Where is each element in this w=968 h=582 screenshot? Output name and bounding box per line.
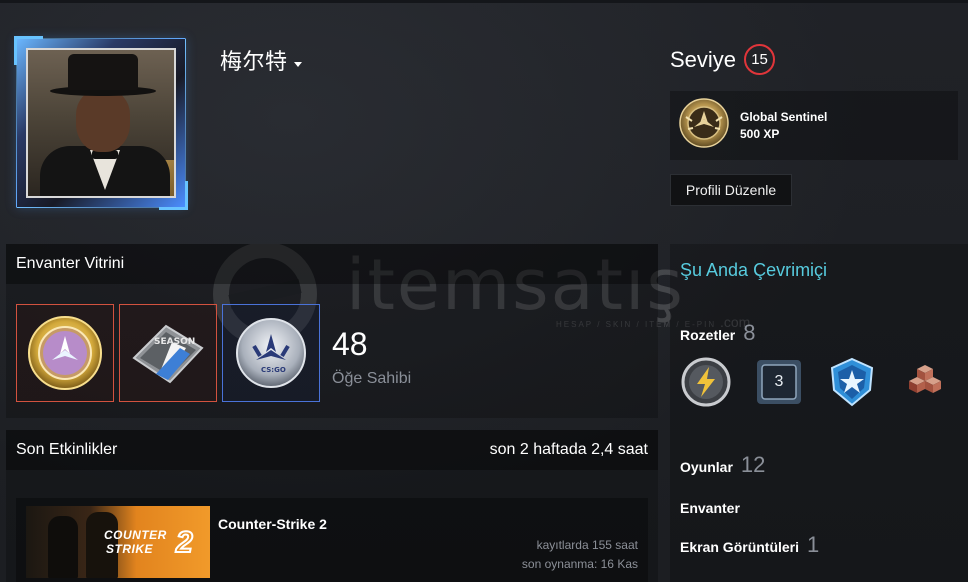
avatar-face [76, 90, 130, 152]
favorite-badge-name: Global Sentinel [740, 110, 828, 124]
csgo-coin-icon: CS:GO [236, 318, 306, 388]
capsule-logo-line1: COUNTER [104, 528, 167, 542]
screenshots-link[interactable]: Ekran Görüntüleri 1 [680, 532, 819, 558]
favorite-badge[interactable]: Global Sentinel 500 XP [670, 91, 958, 160]
season-pin-icon: SEASON [132, 324, 204, 384]
game-name[interactable]: Counter-Strike 2 [218, 516, 327, 532]
edit-profile-button[interactable]: Profili Düzenle [670, 174, 792, 206]
chevron-down-icon [293, 61, 302, 67]
recent-activity-summary: son 2 haftada 2,4 saat [489, 441, 648, 458]
item-count: 48 [332, 326, 368, 362]
level-label: Seviye [670, 46, 737, 72]
badges-label: Rozetler [680, 327, 736, 343]
item-count-label: Öğe Sahibi [332, 370, 412, 387]
game-capsule[interactable]: COUNTER STRIKE 2 [26, 506, 210, 578]
svg-text:SEASON: SEASON [154, 337, 195, 347]
lightning-badge-icon [681, 357, 731, 407]
badge-coin-icon [28, 316, 102, 390]
badge-star-shield[interactable] [826, 356, 878, 408]
inventory-label: Envanter [680, 500, 740, 516]
cubes-badge-icon [909, 365, 941, 393]
badge-cubes[interactable] [899, 356, 951, 408]
showcase-item-2[interactable]: SEASON [119, 304, 217, 402]
badge-list: 3 [680, 356, 951, 408]
inventory-showcase: Envanter Vitrini SEASON CS:GO 48 Öğe Sah… [6, 244, 658, 418]
badge-three[interactable]: 3 [753, 356, 805, 408]
persona-name-dropdown[interactable]: 梅尔特 [220, 44, 302, 76]
recent-activity-header: Son Etkinlikler son 2 haftada 2,4 saat [6, 430, 658, 470]
showcase-title: Envanter Vitrini [16, 255, 125, 272]
showcase-item-3[interactable]: CS:GO [222, 304, 320, 402]
capsule-silhouette-left [48, 516, 78, 578]
persona-name: 梅尔特 [220, 49, 288, 74]
sidebar-panel: Şu Anda Çevrimiçi Rozetler 8 3 Oyunlar 1… [670, 244, 968, 582]
badge-lightning[interactable] [680, 356, 732, 408]
game-last-played: son oynanma: 16 Kas [521, 557, 638, 571]
recent-activity-title: Son Etkinlikler [16, 441, 118, 458]
recent-activity: Son Etkinlikler son 2 haftada 2,4 saat C… [6, 430, 658, 582]
inventory-link[interactable]: Envanter [680, 500, 740, 516]
game-hours-on-record: kayıtlarda 155 saat [536, 538, 638, 552]
top-divider [0, 0, 968, 3]
svg-text:CS:GO: CS:GO [261, 366, 286, 374]
recent-game-row[interactable]: COUNTER STRIKE 2 Counter-Strike 2 kayıtl… [16, 498, 648, 582]
games-label: Oyunlar [680, 459, 733, 475]
capsule-logo-number: 2 [175, 525, 194, 560]
star-shield-badge-icon [830, 357, 874, 407]
badges-link[interactable]: Rozetler 8 [680, 320, 755, 346]
showcase-header: Envanter Vitrini [6, 244, 658, 284]
capsule-logo-line2: STRIKE [106, 542, 154, 556]
screenshots-count: 1 [807, 532, 820, 557]
showcase-items: SEASON CS:GO [16, 304, 320, 402]
level-badge[interactable]: 15 [744, 44, 776, 75]
games-link[interactable]: Oyunlar 12 [680, 452, 765, 478]
badge-three-label: 3 [774, 373, 784, 390]
badges-count: 8 [743, 320, 756, 345]
avatar-frame[interactable] [14, 36, 188, 210]
global-sentinel-icon [678, 97, 730, 154]
avatar[interactable] [26, 48, 176, 198]
screenshots-label: Ekran Görüntüleri [680, 539, 800, 555]
level-row: Seviye 15 [670, 44, 776, 75]
online-status[interactable]: Şu Anda Çevrimiçi [680, 260, 827, 281]
avatar-hat [68, 54, 138, 90]
games-count: 12 [740, 452, 766, 477]
showcase-item-1[interactable] [16, 304, 114, 402]
favorite-badge-xp: 500 XP [740, 127, 780, 141]
